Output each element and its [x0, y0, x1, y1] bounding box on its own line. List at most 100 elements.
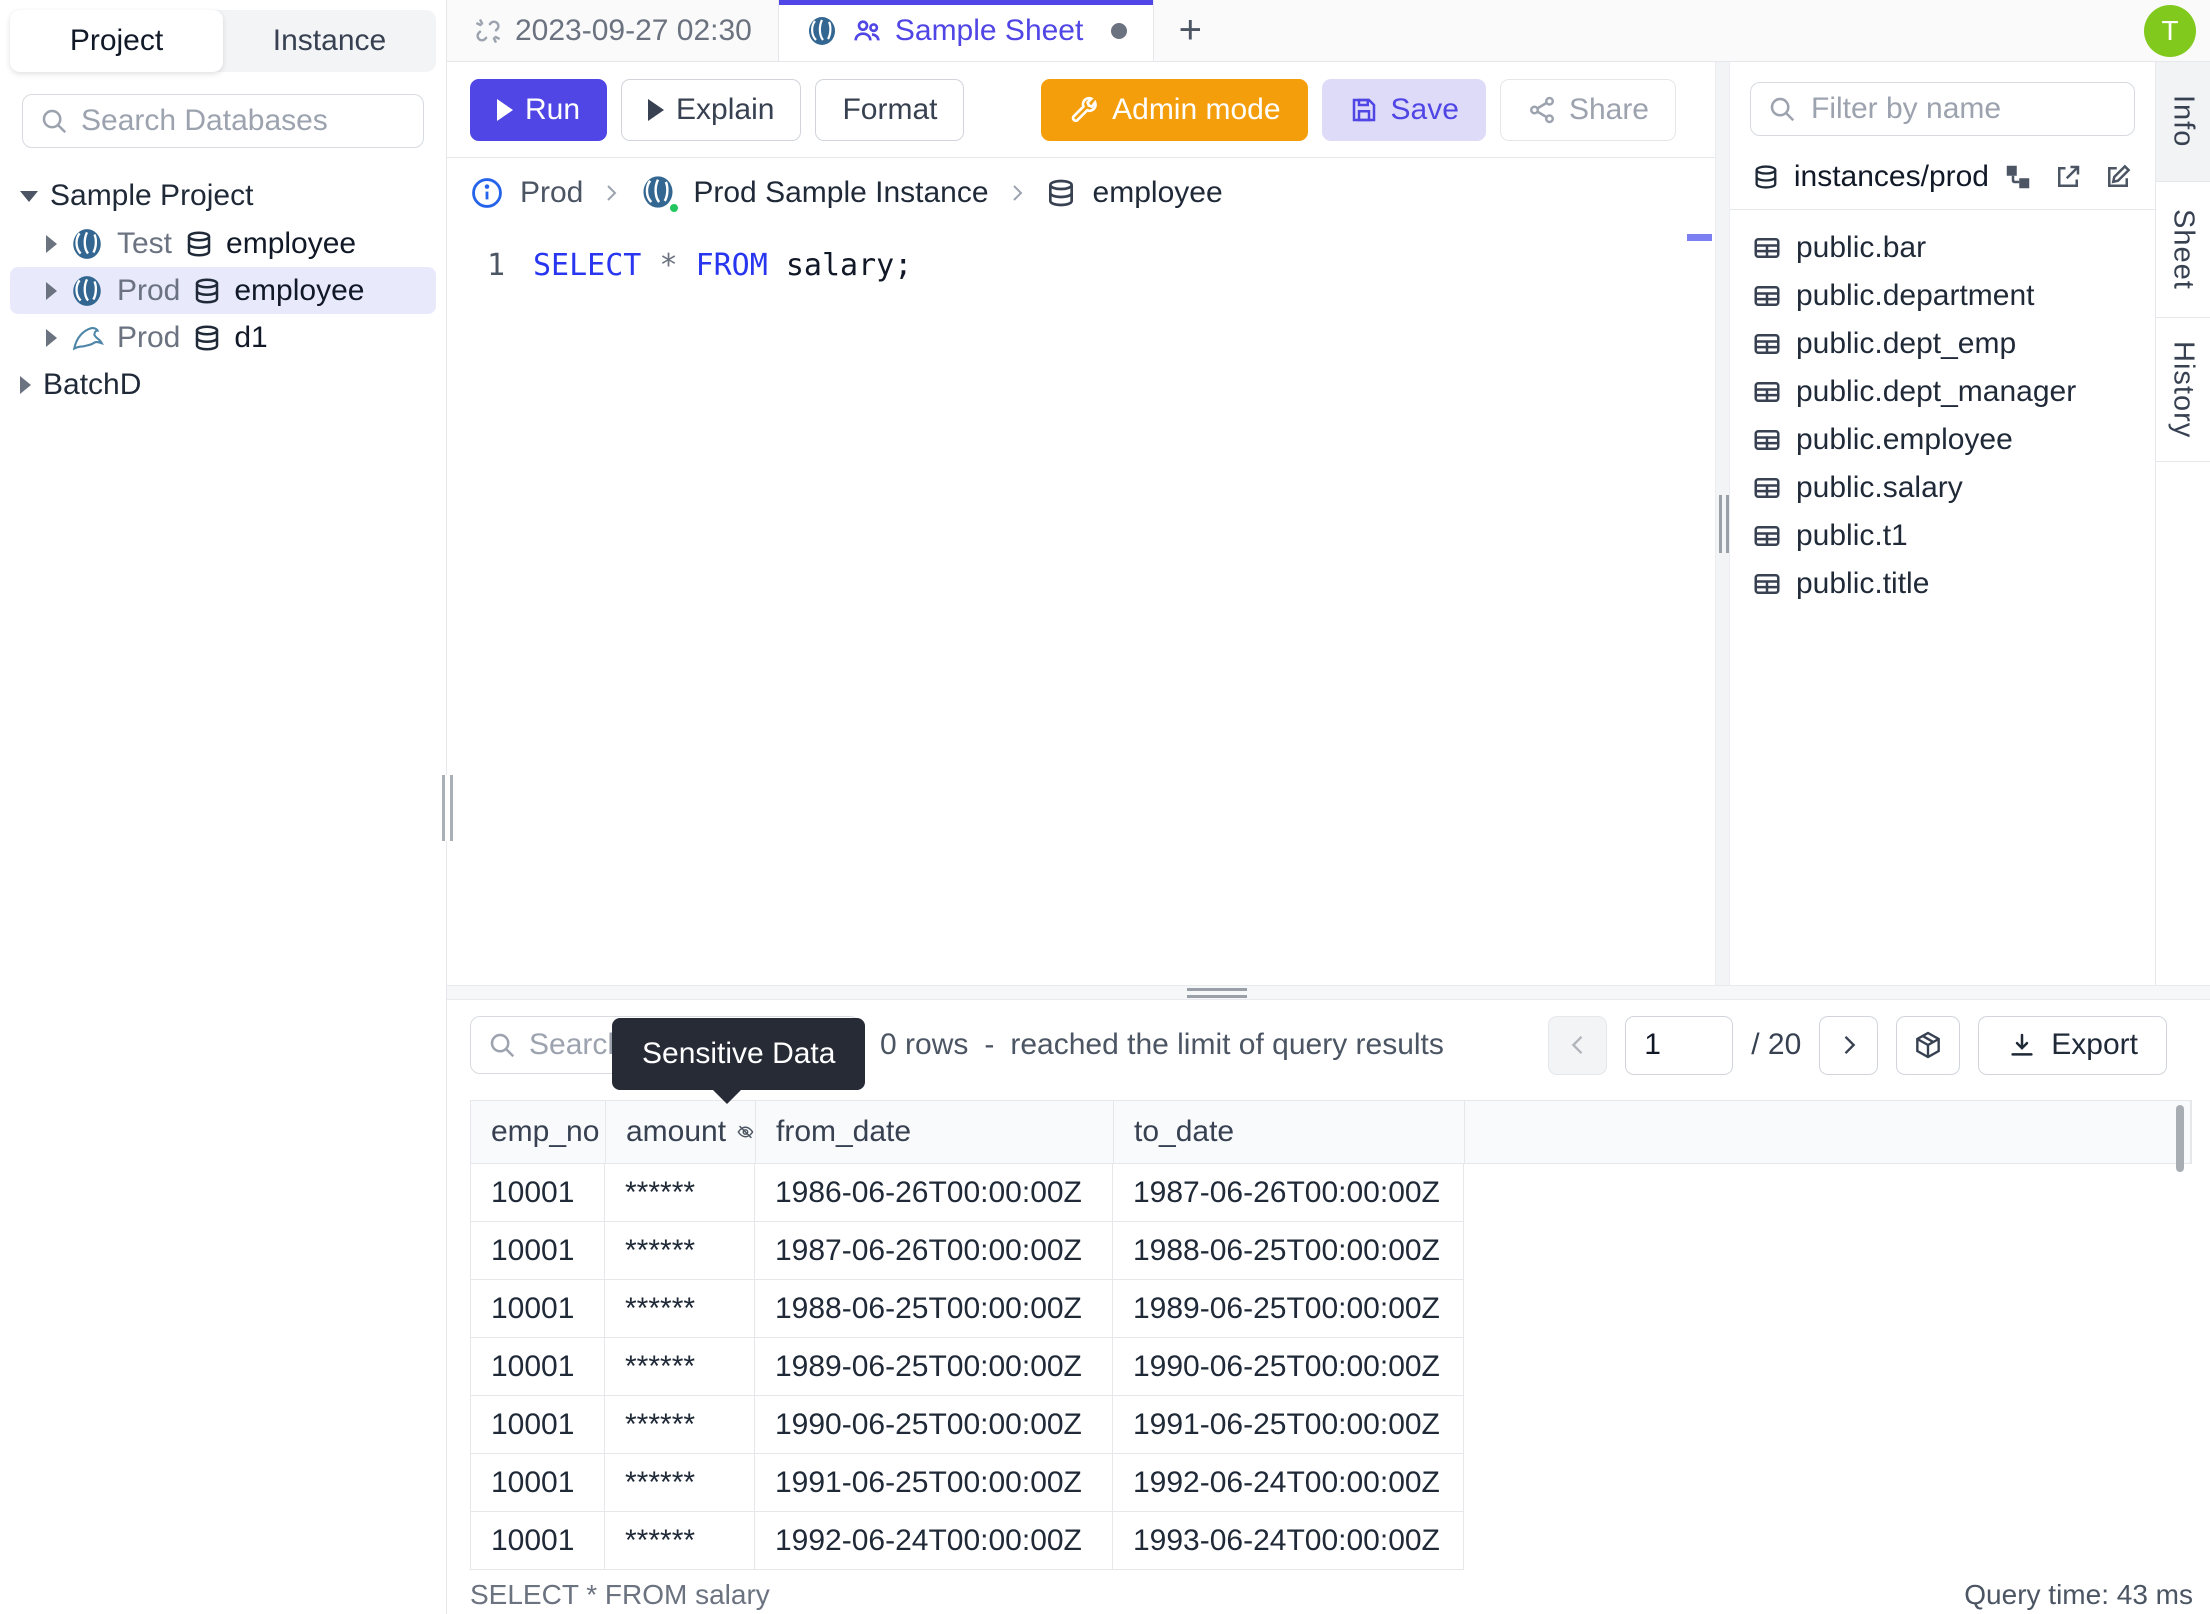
export-button[interactable]: Export: [1978, 1015, 2167, 1075]
left-sidebar: Project Instance Search Databases Sample…: [0, 0, 447, 1614]
eye-off-icon[interactable]: [736, 1119, 755, 1145]
status-bar: SELECT * FROM salary Query time: 43 ms: [447, 1575, 2210, 1614]
format-button[interactable]: Format: [815, 78, 965, 141]
table-row[interactable]: 10001 ****** 1992-06-24T00:00:00Z 1993-06-2…: [470, 1512, 2192, 1570]
database-search-placeholder: Search Databases: [81, 104, 328, 137]
results-scrollbar-thumb[interactable]: [2176, 1105, 2184, 1172]
database-search-input[interactable]: Search Databases: [22, 94, 424, 148]
admin-mode-button[interactable]: Admin mode: [1041, 78, 1308, 141]
prev-page-button[interactable]: [1548, 1015, 1608, 1075]
caret-right-icon[interactable]: [20, 376, 31, 394]
results-resize-handle[interactable]: [447, 985, 2210, 1000]
data-view-cube-button[interactable]: [1896, 1015, 1961, 1075]
schema-diagram-icon[interactable]: [2003, 162, 2033, 192]
chevron-right-icon: [1844, 1036, 1856, 1054]
page-number-input[interactable]: [1625, 1015, 1734, 1075]
editor-toolbar: Run Explain Format Admin mode Save Share: [447, 62, 1715, 158]
info-icon[interactable]: [470, 176, 504, 210]
wrench-icon: [1071, 96, 1097, 122]
database-icon: [1048, 179, 1073, 207]
chevron-right-icon: [1012, 185, 1022, 201]
table-row[interactable]: 10001 ****** 1989-06-25T00:00:00Z 1990-06-2…: [470, 1338, 2192, 1396]
table-row[interactable]: 10001 ****** 1988-06-25T00:00:00Z 1989-06-2…: [470, 1280, 2192, 1338]
table-list-item[interactable]: public.t1: [1730, 512, 2155, 560]
new-tab-button[interactable]: +: [1154, 0, 1226, 61]
tree-project-label: Sample Project: [50, 179, 254, 212]
table-list: public.bar public.department public.dept…: [1730, 210, 2155, 608]
edit-icon[interactable]: [2103, 162, 2133, 192]
tree-node-prod-d1[interactable]: Prod d1: [10, 314, 436, 361]
tab-info[interactable]: Info: [2156, 62, 2210, 182]
tree-node-batchd[interactable]: BatchD: [10, 361, 436, 409]
share-label: Share: [1568, 92, 1649, 126]
tree-env-label: Test: [117, 226, 173, 260]
table-list-item[interactable]: public.employee: [1730, 416, 2155, 464]
editor-panel-resize-handle[interactable]: [1715, 62, 1730, 985]
column-header-to-date[interactable]: to_date: [1114, 1101, 1465, 1163]
table-row[interactable]: 10001 ****** 1990-06-25T00:00:00Z 1991-06-2…: [470, 1396, 2192, 1454]
breadcrumb-database[interactable]: employee: [1093, 176, 1223, 210]
sql-editor[interactable]: 1 SELECT * FROM salary;: [447, 228, 1715, 985]
next-page-button[interactable]: [1819, 1015, 1879, 1075]
table-list-item[interactable]: public.title: [1730, 560, 2155, 608]
tab-sample-sheet[interactable]: Sample Sheet: [778, 0, 1155, 61]
table-list-item[interactable]: public.dept_emp: [1730, 320, 2155, 368]
tab-sample-sheet-label: Sample Sheet: [894, 13, 1084, 47]
tree-node-prod-employee[interactable]: Prod employee: [10, 267, 436, 314]
format-label: Format: [842, 92, 938, 126]
filter-input[interactable]: Filter by name: [1750, 82, 2135, 136]
tab-project[interactable]: Project: [10, 10, 223, 72]
explain-button[interactable]: Explain: [621, 78, 802, 141]
tree-env-label: Prod: [117, 273, 181, 307]
table-list-item[interactable]: public.bar: [1730, 224, 2155, 272]
tab-instance[interactable]: Instance: [223, 10, 436, 72]
table-icon: [1754, 526, 1780, 546]
caret-right-icon[interactable]: [46, 328, 57, 347]
column-header-from-date[interactable]: from_date: [756, 1101, 1114, 1163]
line-number: 1: [486, 248, 505, 283]
table-row[interactable]: 10001 ****** 1991-06-25T00:00:00Z 1992-06-2…: [470, 1454, 2192, 1512]
grip-icon: [1719, 495, 1729, 553]
schema-panel: Filter by name instances/prod public.bar…: [1730, 62, 2155, 985]
column-header-amount[interactable]: amount: [606, 1101, 756, 1163]
caret-right-icon[interactable]: [46, 234, 57, 253]
external-link-icon[interactable]: [2053, 162, 2083, 192]
caret-down-icon[interactable]: [20, 190, 38, 202]
table-row[interactable]: 10001 ****** 1987-06-26T00:00:00Z 1988-06-2…: [470, 1222, 2192, 1280]
column-header-emp-no[interactable]: emp_no: [471, 1101, 606, 1163]
save-button[interactable]: Save: [1321, 78, 1486, 141]
export-label: Export: [2051, 1028, 2138, 1061]
limit-note: reached the limit of query results: [1010, 1028, 1444, 1061]
tree-node-test-employee[interactable]: Test employee: [10, 220, 436, 267]
minimap-cursor-mark: [1687, 234, 1712, 241]
tab-history-sheet[interactable]: 2023-09-27 02:30: [447, 0, 779, 61]
sensitive-data-tooltip: Sensitive Data: [612, 1018, 866, 1104]
tree-node-project[interactable]: Sample Project: [10, 172, 436, 220]
sidebar-resize-handle[interactable]: [440, 775, 454, 841]
table-list-item[interactable]: public.dept_manager: [1730, 368, 2155, 416]
instance-path-label: instances/prod: [1793, 159, 1989, 193]
explain-label: Explain: [676, 92, 775, 126]
share-button[interactable]: Share: [1499, 78, 1676, 141]
rows-count: 0 rows: [880, 1028, 969, 1061]
run-button[interactable]: Run: [470, 78, 608, 141]
tab-history[interactable]: History: [2156, 318, 2210, 462]
table-list-item[interactable]: public.department: [1730, 272, 2155, 320]
main-area: 2023-09-27 02:30 Sample Sheet + T Run Ex…: [447, 0, 2210, 1614]
table-icon: [1754, 238, 1780, 258]
breadcrumb-env[interactable]: Prod: [520, 176, 583, 210]
download-icon: [2011, 1033, 2033, 1056]
tooltip-text: Sensitive Data: [642, 1037, 836, 1070]
table-list-item[interactable]: public.salary: [1730, 464, 2155, 512]
breadcrumb-instance[interactable]: Prod Sample Instance: [693, 176, 988, 210]
cube-icon: [1916, 1031, 1941, 1059]
save-label: Save: [1390, 92, 1459, 126]
breadcrumb: Prod Prod Sample Instance employee: [447, 158, 1715, 228]
user-avatar[interactable]: T: [2144, 5, 2196, 57]
table-row[interactable]: 10001 ****** 1986-06-26T00:00:00Z 1987-06-2…: [470, 1164, 2192, 1222]
caret-right-icon[interactable]: [46, 281, 57, 300]
shared-users-icon: [854, 19, 880, 40]
tab-sheet[interactable]: Sheet: [2156, 182, 2210, 318]
database-icon: [196, 278, 219, 304]
instance-header: instances/prod: [1730, 154, 2155, 210]
